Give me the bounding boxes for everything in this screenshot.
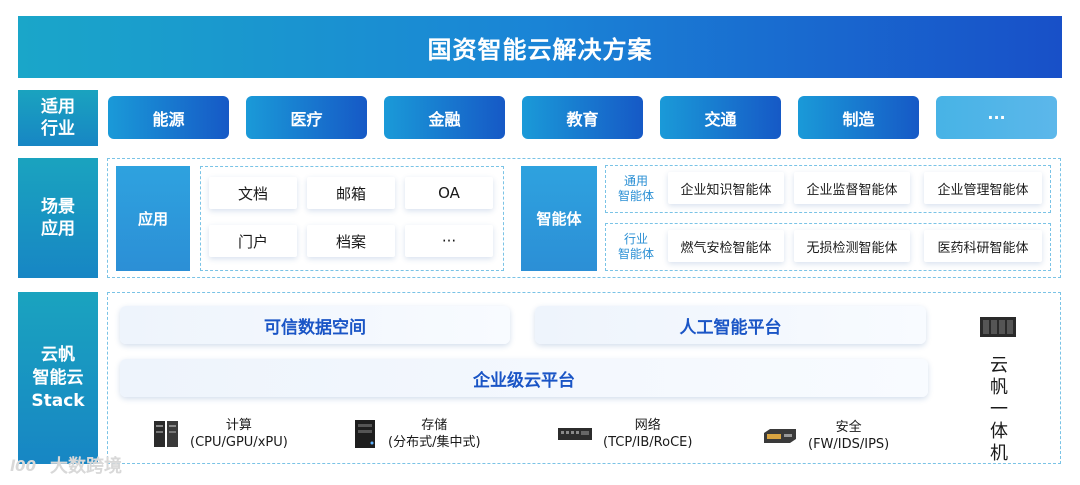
industries-row-label: 适用 行业	[18, 90, 98, 146]
stack-row-label: 云帆 智能云 Stack	[18, 292, 98, 464]
app-archive[interactable]: 档案	[307, 225, 395, 257]
infra-name: 网络	[634, 418, 661, 433]
infra-name: 计算	[225, 418, 252, 433]
agent-enterprise-supervision[interactable]: 企业监督智能体	[794, 172, 910, 204]
label-line: 云帆	[40, 344, 75, 365]
app-oa[interactable]: OA	[405, 177, 493, 209]
appliance-char: 帆	[990, 377, 1008, 398]
industry-more[interactable]: ···	[936, 96, 1057, 139]
enterprise-cloud-platform[interactable]: 企业级云平台	[120, 359, 928, 397]
label-line: 智能体	[617, 247, 654, 261]
appliance-char: 体	[990, 421, 1008, 442]
page-title: 国资智能云解决方案	[18, 16, 1062, 78]
general-agents-label: 通用 智能体	[610, 172, 662, 206]
industry-transport[interactable]: 交通	[660, 96, 781, 139]
app-more[interactable]: ···	[405, 225, 493, 257]
infra-security: 安全 (FW/IDS/IPS)	[762, 419, 889, 453]
industry-energy[interactable]: 能源	[108, 96, 229, 139]
label-line: Stack	[31, 390, 85, 411]
infra-detail: (FW/IDS/IPS)	[808, 437, 890, 452]
infra-storage: 存储 (分布式/集中式)	[352, 417, 481, 451]
agent-gas-inspection[interactable]: 燃气安检智能体	[668, 230, 784, 262]
industry-finance[interactable]: 金融	[384, 96, 505, 139]
label-line: 适用	[41, 97, 75, 117]
infra-name: 存储	[421, 418, 448, 433]
label-line: 行业	[623, 232, 648, 246]
infra-name: 安全	[835, 420, 862, 435]
label-line: 场景	[41, 197, 75, 217]
network-switch-icon	[558, 428, 592, 440]
app-portal[interactable]: 门户	[209, 225, 297, 257]
appliance-char: 一	[990, 399, 1008, 420]
app-mail[interactable]: 邮箱	[307, 177, 395, 209]
watermark-text: 大数跨境	[50, 456, 122, 477]
infra-compute: 计算 (CPU/GPU/xPU)	[152, 417, 288, 451]
label-line: 应用	[41, 219, 75, 239]
label-line: 行业	[41, 119, 75, 139]
watermark: l00 大数跨境	[10, 452, 122, 478]
firewall-appliance-icon	[764, 429, 796, 443]
server-chassis-icon	[980, 317, 1016, 337]
label-line: 智能云	[32, 367, 84, 388]
label-line: 通用	[623, 174, 648, 188]
label-line: 智能体	[617, 189, 654, 203]
agent-enterprise-knowledge[interactable]: 企业知识智能体	[668, 172, 784, 204]
agent-enterprise-management[interactable]: 企业管理智能体	[924, 172, 1042, 204]
server-rack-icon	[154, 421, 178, 447]
appliance-image	[978, 313, 1018, 345]
infra-detail: (TCP/IB/RoCE)	[603, 435, 693, 450]
svg-text:l00: l00	[10, 457, 36, 475]
appliance-label: 云 帆 一 体 机	[986, 355, 1012, 465]
storage-server-icon	[355, 420, 375, 448]
industry-manufacturing[interactable]: 制造	[798, 96, 919, 139]
industry-agents-label: 行业 智能体	[610, 230, 662, 264]
watermark-logo-icon: l00	[10, 457, 36, 475]
infra-detail: (分布式/集中式)	[388, 435, 481, 450]
app-docs[interactable]: 文档	[209, 177, 297, 209]
appliance-char: 云	[990, 355, 1008, 376]
infra-detail: (CPU/GPU/xPU)	[190, 435, 288, 450]
app-block-label: 应用	[116, 166, 190, 271]
agent-pharma-research[interactable]: 医药科研智能体	[924, 230, 1042, 262]
industry-education[interactable]: 教育	[522, 96, 643, 139]
trusted-data-space[interactable]: 可信数据空间	[120, 306, 510, 344]
appliance-char: 机	[990, 443, 1008, 464]
agent-nondestructive-testing[interactable]: 无损检测智能体	[794, 230, 910, 262]
ai-platform[interactable]: 人工智能平台	[535, 306, 926, 344]
agent-block-label: 智能体	[521, 166, 597, 271]
industry-medical[interactable]: 医疗	[246, 96, 367, 139]
scenarios-row-label: 场景 应用	[18, 158, 98, 278]
infra-network: 网络 (TCP/IB/RoCE)	[557, 417, 692, 451]
